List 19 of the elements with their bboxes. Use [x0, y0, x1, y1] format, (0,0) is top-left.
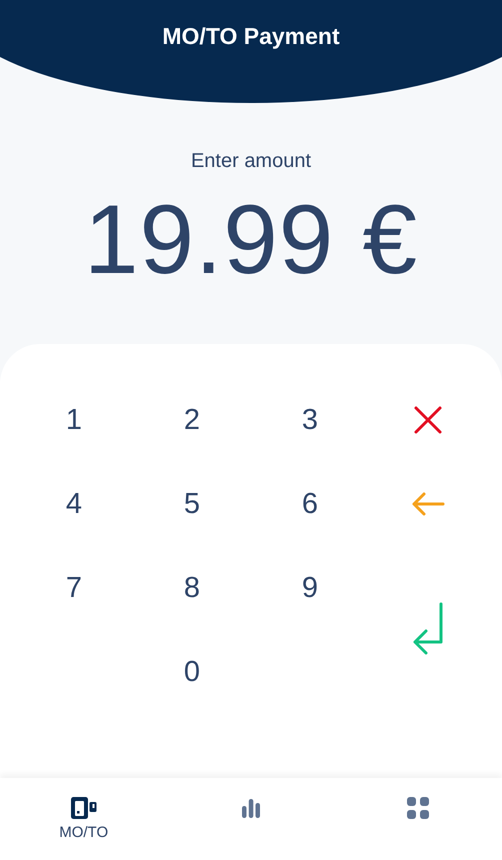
digit-key[interactable]: 0: [157, 640, 227, 704]
digit-key[interactable]: 9: [275, 556, 345, 620]
digit-key[interactable]: 4: [39, 472, 109, 536]
amount-label: Enter amount: [190, 149, 312, 174]
amount-value: 19.99 €: [84, 184, 418, 294]
nav-tab[interactable]: MO/TO: [59, 796, 108, 841]
digit-key[interactable]: 6: [275, 472, 345, 536]
digit-key[interactable]: 1: [39, 388, 109, 452]
close-icon: [413, 405, 443, 435]
apps-grid-icon: [406, 796, 430, 820]
card-terminal-icon: [70, 796, 98, 820]
digit-key[interactable]: 2: [157, 388, 227, 452]
arrow-left-icon: [411, 491, 445, 517]
digit-key[interactable]: 5: [157, 472, 227, 536]
screen-title: MO/TO Payment: [162, 22, 340, 50]
digit-key[interactable]: 3: [275, 388, 345, 452]
digit-key[interactable]: 8: [157, 556, 227, 620]
digit-key[interactable]: 7: [39, 556, 109, 620]
nav-tab[interactable]: [406, 796, 430, 820]
